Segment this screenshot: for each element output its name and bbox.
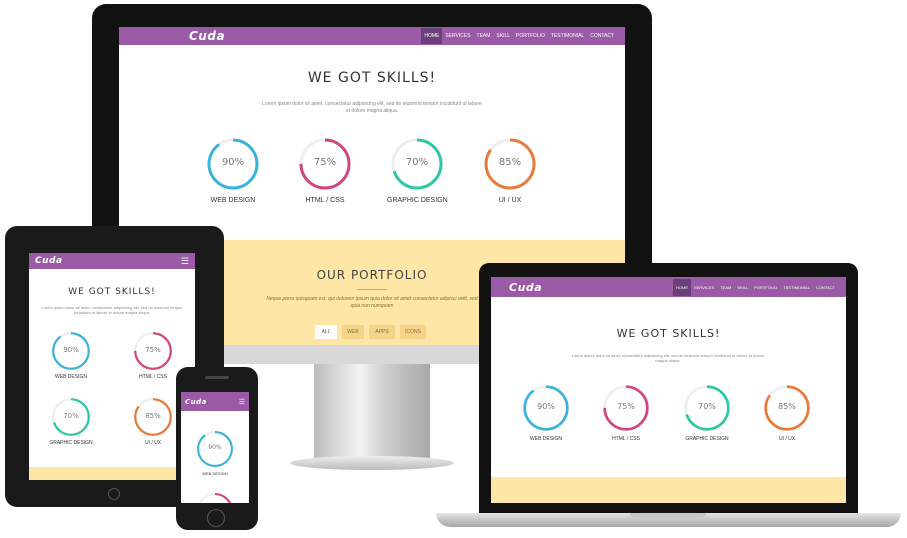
skill-html-css: 75% HTML / CSS <box>295 137 355 204</box>
skills-description: Lorem ipsum dolor sit amet, consectetur … <box>41 305 183 316</box>
skill-web-design: 90% Web Design <box>195 430 235 476</box>
skill-label: UI / UX <box>498 197 522 204</box>
hamburger-menu-icon[interactable]: ☰ <box>181 256 189 267</box>
skill-html-css <box>195 492 235 503</box>
skill-ui-ux: 85% UI / UX <box>760 384 814 442</box>
nav-item-team[interactable]: Team <box>474 28 494 44</box>
skill-graphic-design: 70% Graphic Design <box>680 384 734 442</box>
tablet-home-button <box>108 488 120 500</box>
nav-item-home[interactable]: Home <box>421 28 443 44</box>
phone-home-button <box>207 509 225 527</box>
tablet-screen: Cuda ☰ WE GOT SKILLS! Lorem ipsum dolor … <box>29 253 195 480</box>
filter-all[interactable]: All <box>315 325 337 339</box>
skill-percent: 85% <box>498 157 522 168</box>
skills-description: Lorem ipsum dolor sit amet, consectetur … <box>571 353 765 364</box>
phone-navbar: Cuda ☰ <box>181 392 249 411</box>
nav-item-services[interactable]: Services <box>691 279 717 296</box>
nav-item-portfolio[interactable]: Portfolio <box>513 28 548 44</box>
tablet-navbar: Cuda ☰ <box>29 253 195 269</box>
skills-title: WE GOT SKILLS! <box>307 70 437 86</box>
skill-graphic-design: 70% Graphic Design <box>387 137 448 204</box>
phone-speaker <box>205 376 229 379</box>
skill-html-css: 75% HTML / CSS <box>599 384 653 442</box>
skill-label: Graphic Design <box>685 436 729 442</box>
skill-percent: 70% <box>698 402 716 411</box>
skill-label: HTML / CSS <box>305 197 345 204</box>
desktop-nav-menu: Home Services Team Skill Portfolio Testi… <box>421 28 617 44</box>
portfolio-filters: All Web Apps Icons <box>315 325 426 339</box>
nav-item-home[interactable]: Home <box>673 278 692 296</box>
phone-screen: Cuda ☰ 90% Web Design <box>181 392 249 503</box>
skill-web-design: 90% Web Design <box>47 331 95 380</box>
laptop-notch <box>630 513 706 518</box>
nav-item-skill[interactable]: Skill <box>734 279 751 296</box>
skill-label: Web Design <box>210 197 256 204</box>
skill-percent: 90% <box>221 157 245 168</box>
skills-description: Lorem ipsum dolor sit amet, consectetur … <box>262 101 482 114</box>
hamburger-menu-icon[interactable]: ☰ <box>239 398 245 406</box>
skill-graphic-design: 70% Graphic Design <box>47 397 95 446</box>
monitor-stand <box>314 364 430 459</box>
brand-logo[interactable]: Cuda <box>509 281 542 294</box>
skill-label: HTML / CSS <box>139 374 167 380</box>
filter-apps[interactable]: Apps <box>369 325 395 339</box>
skill-percent: 75% <box>617 402 635 411</box>
nav-item-contact[interactable]: Contact <box>813 279 838 296</box>
skill-percent: 70% <box>405 157 429 168</box>
skill-label: UI / UX <box>778 436 796 442</box>
skill-percent: 85% <box>778 402 796 411</box>
skill-label: Web Design <box>530 436 562 442</box>
desktop-navbar: Cuda Home Services Team Skill Portfolio … <box>119 27 625 45</box>
responsive-devices-mockup: Cuda Home Services Team Skill Portfolio … <box>0 0 907 538</box>
nav-item-testimonial[interactable]: Testimonial <box>780 279 813 296</box>
skill-label: UI / UX <box>144 440 162 446</box>
skill-label: Web Design <box>55 374 87 380</box>
nav-item-portfolio[interactable]: Portfolio <box>751 279 780 296</box>
nav-item-team[interactable]: Team <box>717 279 734 296</box>
nav-item-services[interactable]: Services <box>442 28 473 44</box>
nav-item-testimonial[interactable]: Testimonial <box>548 28 587 44</box>
skill-web-design: 90% Web Design <box>519 384 573 442</box>
skill-html-css: 75% HTML / CSS <box>129 331 177 380</box>
nav-item-contact[interactable]: Contact <box>587 28 617 44</box>
skill-percent: 75% <box>313 157 337 168</box>
skill-percent: 75% <box>145 346 161 354</box>
monitor-stand-base <box>290 456 454 470</box>
skill-percent: 90% <box>63 346 79 354</box>
skill-percent: 90% <box>537 402 555 411</box>
laptop-screen: Cuda Home Services Team Skill Portfolio … <box>491 277 846 503</box>
skill-label: Graphic Design <box>387 197 448 204</box>
laptop-nav-menu: Home Services Team Skill Portfolio Testi… <box>673 278 838 296</box>
skills-title: WE GOT SKILLS! <box>616 327 721 340</box>
skill-web-design: 90% Web Design <box>203 137 263 204</box>
skill-label: Web Design <box>202 471 228 476</box>
skill-ui-ux: 85% UI / UX <box>480 137 540 204</box>
brand-logo[interactable]: Cuda <box>185 398 207 406</box>
skill-percent: 70% <box>63 412 79 420</box>
laptop-navbar: Cuda Home Services Team Skill Portfolio … <box>491 277 846 297</box>
filter-web[interactable]: Web <box>342 325 364 339</box>
skills-title: WE GOT SKILLS! <box>68 287 156 297</box>
skill-label: Graphic Design <box>49 440 93 446</box>
skill-percent: 90% <box>208 444 222 451</box>
brand-logo[interactable]: Cuda <box>35 256 63 266</box>
portfolio-description: Neque porro quisquam est, qui dolorem ip… <box>266 296 478 309</box>
portfolio-divider <box>357 289 387 290</box>
brand-logo[interactable]: Cuda <box>189 29 225 43</box>
filter-icons[interactable]: Icons <box>400 325 426 339</box>
nav-item-skill[interactable]: Skill <box>493 28 513 44</box>
skill-ui-ux: 85% UI / UX <box>129 397 177 446</box>
portfolio-section <box>29 467 195 480</box>
skill-ring <box>197 493 233 503</box>
skill-label: HTML / CSS <box>612 436 640 442</box>
skill-percent: 85% <box>145 412 161 420</box>
portfolio-section <box>491 477 846 503</box>
